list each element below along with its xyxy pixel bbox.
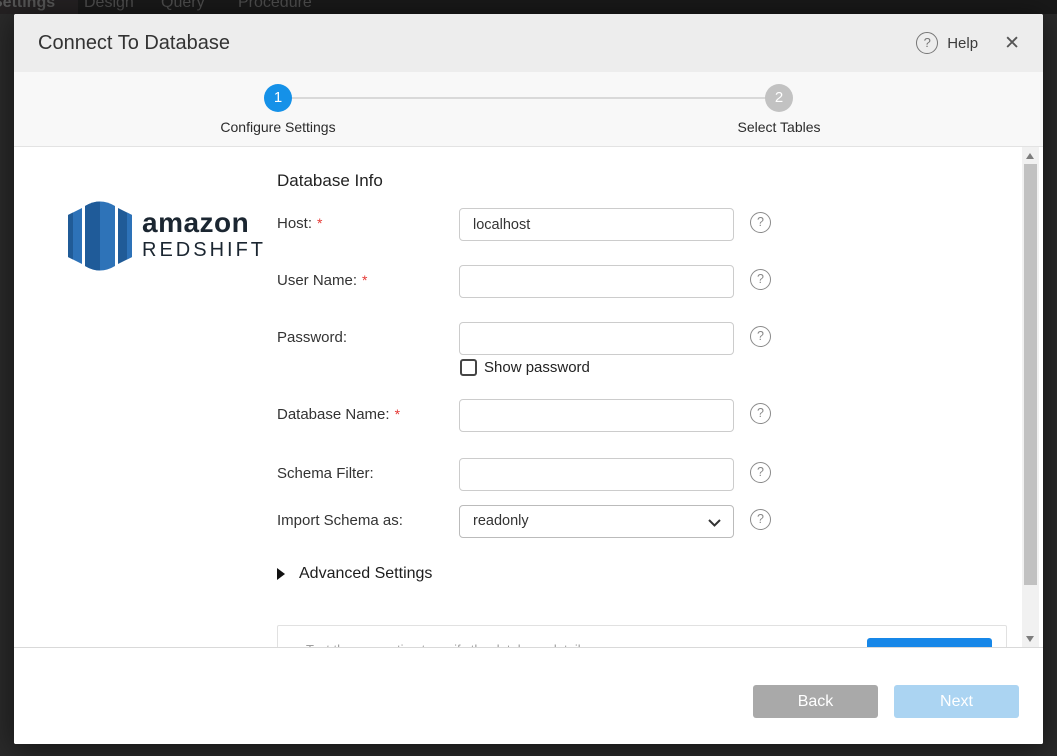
step-2-label: Select Tables <box>679 119 879 135</box>
dialog-title: Connect To Database <box>38 14 230 72</box>
logo-product-text: REDSHIFT <box>142 237 266 263</box>
amazon-redshift-logo: amazon REDSHIFT <box>68 197 266 275</box>
advanced-settings-toggle[interactable]: Advanced Settings <box>277 565 432 583</box>
test-connection-panel: Test the connection to verify the databa… <box>277 625 1007 648</box>
show-password-row: Show password <box>460 359 590 376</box>
caret-right-icon <box>277 568 285 580</box>
header-actions: ? Help ✕ <box>916 14 1020 72</box>
host-help-icon[interactable]: ? <box>750 212 771 233</box>
wizard-stepper: 1 2 Configure Settings Select Tables <box>14 72 1043 147</box>
menu-item-design[interactable]: Design <box>84 0 134 12</box>
advanced-settings-label: Advanced Settings <box>299 565 432 583</box>
database-name-help-icon[interactable]: ? <box>750 403 771 424</box>
test-connection-button[interactable]: Test Connection <box>867 638 992 648</box>
connect-to-database-dialog: Connect To Database ? Help ✕ 1 2 Configu… <box>14 14 1043 744</box>
username-label: User Name:* <box>277 272 367 289</box>
close-icon[interactable]: ✕ <box>1004 34 1020 53</box>
username-input[interactable] <box>459 265 734 298</box>
step-2-circle[interactable]: 2 <box>765 84 793 112</box>
redshift-wordmark: amazon REDSHIFT <box>142 209 266 263</box>
scrollbar-thumb[interactable] <box>1024 164 1037 585</box>
dialog-header: Connect To Database ? Help ✕ <box>14 14 1043 72</box>
scroll-down-icon[interactable] <box>1026 636 1034 642</box>
next-button[interactable]: Next <box>894 685 1019 718</box>
required-asterisk: * <box>362 272 367 288</box>
scroll-up-icon[interactable] <box>1026 153 1034 159</box>
password-input[interactable] <box>459 322 734 355</box>
schema-filter-label: Schema Filter: <box>277 465 374 482</box>
password-label: Password: <box>277 329 347 346</box>
import-schema-select[interactable]: readonly <box>459 505 734 538</box>
show-password-checkbox[interactable] <box>460 359 477 376</box>
help-link[interactable]: Help <box>947 35 978 52</box>
backdrop-menubar: Settings Design Query Procedure <box>0 0 1057 14</box>
menu-item-settings[interactable]: Settings <box>0 0 55 12</box>
required-asterisk: * <box>317 215 322 231</box>
stepper-connector-line <box>278 97 779 99</box>
host-input[interactable] <box>459 208 734 241</box>
step-1-label: Configure Settings <box>178 119 378 135</box>
back-button[interactable]: Back <box>753 685 878 718</box>
menu-item-query[interactable]: Query <box>161 0 205 12</box>
password-help-icon[interactable]: ? <box>750 326 771 347</box>
redshift-icon <box>68 197 132 275</box>
help-icon[interactable]: ? <box>916 32 938 54</box>
database-name-label: Database Name:* <box>277 406 400 423</box>
database-name-input[interactable] <box>459 399 734 432</box>
step-1-circle[interactable]: 1 <box>264 84 292 112</box>
show-password-label[interactable]: Show password <box>484 359 590 376</box>
menu-item-procedure[interactable]: Procedure <box>238 0 312 12</box>
chevron-down-icon <box>708 519 721 527</box>
import-schema-selected-value: readonly <box>473 513 529 529</box>
schema-filter-input[interactable] <box>459 458 734 491</box>
username-help-icon[interactable]: ? <box>750 269 771 290</box>
host-label: Host:* <box>277 215 322 232</box>
logo-brand-text: amazon <box>142 209 266 237</box>
section-title-database-info: Database Info <box>277 171 383 191</box>
dialog-footer: Back Next <box>14 648 1043 744</box>
dialog-content: amazon REDSHIFT Database Info Host:* ? U… <box>14 147 1043 648</box>
required-asterisk: * <box>395 406 400 422</box>
import-schema-help-icon[interactable]: ? <box>750 509 771 530</box>
vertical-scrollbar[interactable] <box>1022 147 1039 648</box>
import-schema-label: Import Schema as: <box>277 512 403 529</box>
schema-filter-help-icon[interactable]: ? <box>750 462 771 483</box>
